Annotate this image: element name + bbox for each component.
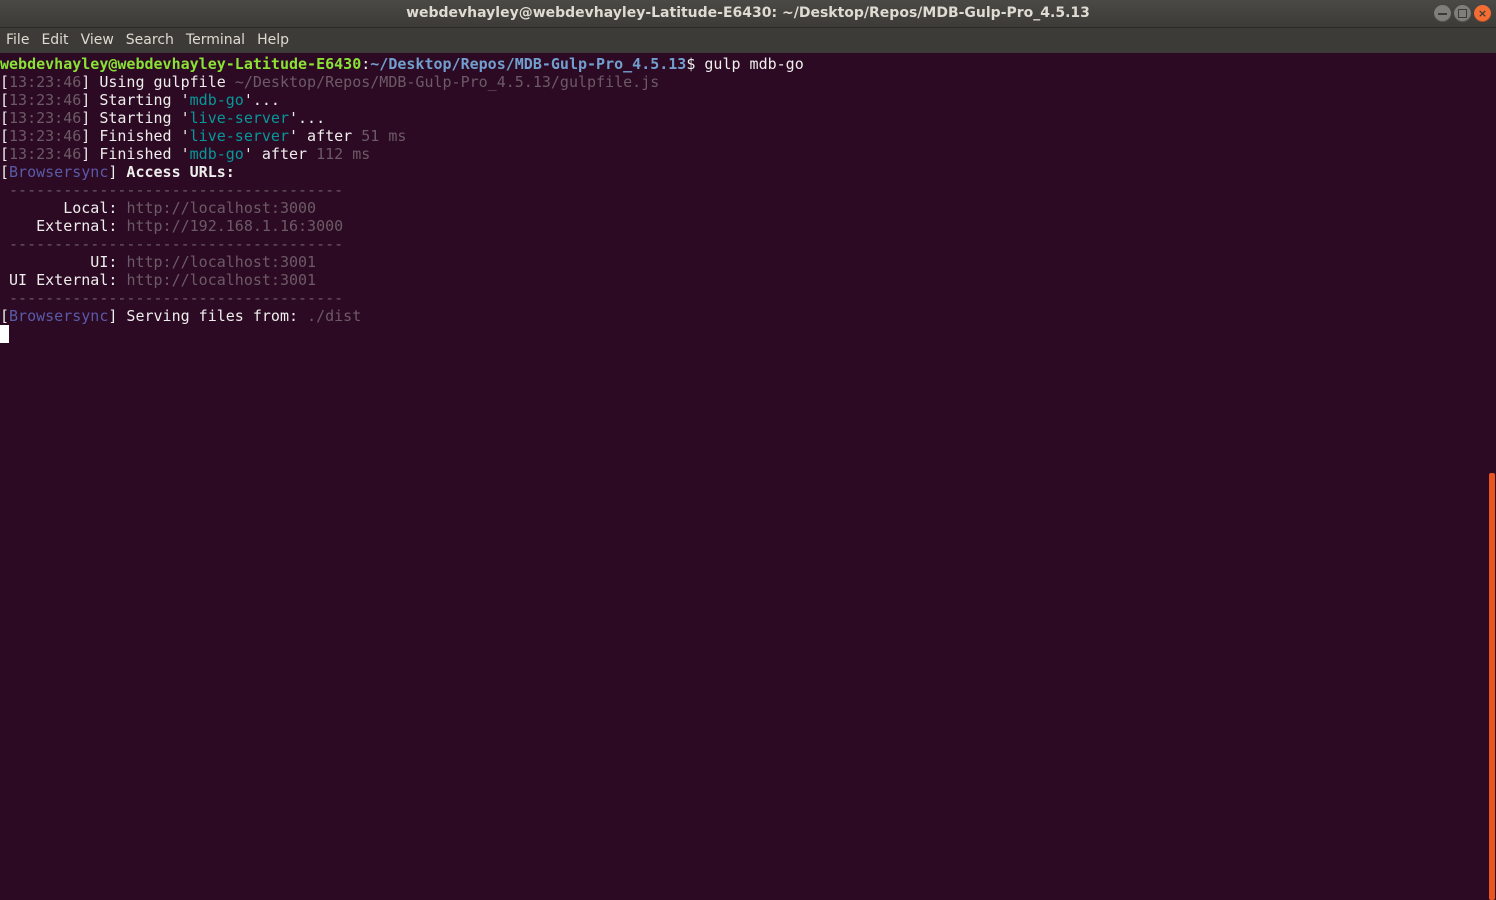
url-label: Local: — [0, 199, 127, 217]
cursor-line — [0, 325, 1488, 343]
log-line: [13:23:46] Finished 'mdb-go' after 112 m… — [0, 145, 1488, 163]
log-timestamp: 13:23:46 — [9, 109, 82, 127]
prompt-user-host: webdevhayley@webdevhayley-Latitude-E6430 — [0, 55, 362, 73]
log-text: Finished ' — [90, 127, 190, 145]
url-value[interactable]: http://localhost:3000 — [126, 199, 316, 217]
log-line: [13:23:46] Finished 'live-server' after … — [0, 127, 1488, 145]
url-value[interactable]: http://localhost:3001 — [126, 271, 316, 289]
log-text: Using gulpfile — [90, 73, 235, 91]
menu-bar: File Edit View Search Terminal Help — [0, 28, 1496, 53]
log-timestamp: 13:23:46 — [9, 145, 82, 163]
bracket-open: [ — [0, 91, 10, 109]
url-line: Local: http://localhost:3000 — [0, 199, 1488, 217]
serving-text: Serving files from: — [117, 307, 308, 325]
prompt-command: gulp mdb-go — [695, 55, 804, 73]
terminal-window: webdevhayley@webdevhayley-Latitude-E6430… — [0, 0, 1496, 900]
bracket-close: ] — [81, 127, 91, 145]
prompt-path: ~/Desktop/Repos/MDB-Gulp-Pro_4.5.13 — [370, 55, 687, 73]
log-text-post: '... — [289, 109, 326, 127]
menu-terminal[interactable]: Terminal — [180, 28, 251, 53]
url-value[interactable]: http://192.168.1.16:3000 — [126, 217, 343, 235]
prompt-colon: : — [361, 55, 371, 73]
log-text: Finished ' — [90, 145, 190, 163]
url-line: UI: http://localhost:3001 — [0, 253, 1488, 271]
text-cursor — [0, 325, 9, 343]
log-task-name: mdb-go — [189, 145, 244, 163]
browsersync-tag: Browsersync — [9, 163, 109, 181]
log-line: [13:23:46] Using gulpfile ~/Desktop/Repo… — [0, 73, 1488, 91]
url-value[interactable]: http://localhost:3001 — [126, 253, 316, 271]
bracket-open: [ — [0, 307, 10, 325]
url-label: UI: — [0, 253, 127, 271]
separator-line: ------------------------------------- — [0, 181, 344, 199]
log-task-name: live-server — [189, 127, 289, 145]
serving-dir: ./dist — [307, 307, 362, 325]
log-timestamp: 13:23:46 — [9, 127, 82, 145]
menu-file[interactable]: File — [0, 28, 35, 53]
scrollbar-thumb[interactable] — [1489, 473, 1495, 900]
log-text-post: ' after — [243, 145, 317, 163]
close-button[interactable]: × — [1474, 5, 1491, 22]
window-title: webdevhayley@webdevhayley-Latitude-E6430… — [406, 5, 1090, 21]
log-text-post: ' after — [289, 127, 362, 145]
access-urls-heading: Access URLs: — [117, 163, 235, 181]
log-line: [13:23:46] Starting 'live-server'... — [0, 109, 1488, 127]
maximize-icon — [1458, 9, 1467, 18]
log-text: Starting ' — [90, 109, 190, 127]
title-bar[interactable]: webdevhayley@webdevhayley-Latitude-E6430… — [0, 0, 1496, 28]
log-timestamp: 13:23:46 — [9, 91, 82, 109]
serving-line: [Browsersync] Serving files from: ./dist — [0, 307, 1488, 325]
window-controls: × — [1434, 5, 1491, 22]
separator-line: ------------------------------------- — [0, 289, 344, 307]
bracket-close: ] — [81, 73, 91, 91]
bracket-open: [ — [0, 109, 10, 127]
maximize-button[interactable] — [1454, 5, 1471, 22]
log-task-name: live-server — [189, 109, 289, 127]
menu-help[interactable]: Help — [251, 28, 295, 53]
bracket-close: ] — [81, 109, 91, 127]
log-duration: 51 ms — [361, 127, 407, 145]
log-text-post: '... — [243, 91, 280, 109]
log-duration: 112 ms — [316, 145, 371, 163]
log-line: [13:23:46] Starting 'mdb-go'... — [0, 91, 1488, 109]
url-label: External: — [0, 217, 127, 235]
bracket-open: [ — [0, 73, 10, 91]
bracket-open: [ — [0, 163, 10, 181]
minimize-button[interactable] — [1434, 5, 1451, 22]
separator-line: ------------------------------------- — [0, 235, 344, 253]
bracket-open: [ — [0, 145, 10, 163]
menu-view[interactable]: View — [75, 28, 120, 53]
url-line: UI External: http://localhost:3001 — [0, 271, 1488, 289]
bracket-close: ] — [81, 91, 91, 109]
url-line: External: http://192.168.1.16:3000 — [0, 217, 1488, 235]
browsersync-line: [Browsersync] Access URLs: — [0, 163, 1488, 181]
minimize-icon — [1438, 13, 1447, 15]
menu-search[interactable]: Search — [120, 28, 180, 53]
bracket-close: ] — [81, 145, 91, 163]
close-icon: × — [1477, 7, 1488, 20]
log-text: Starting ' — [90, 91, 190, 109]
log-gulpfile-path: ~/Desktop/Repos/MDB-Gulp-Pro_4.5.13/gulp… — [234, 73, 660, 91]
log-timestamp: 13:23:46 — [9, 73, 82, 91]
terminal-output[interactable]: webdevhayley@webdevhayley-Latitude-E6430… — [0, 53, 1488, 900]
log-task-name: mdb-go — [189, 91, 244, 109]
scrollbar[interactable] — [1488, 53, 1496, 900]
menu-edit[interactable]: Edit — [35, 28, 74, 53]
bracket-open: [ — [0, 127, 10, 145]
url-label: UI External: — [0, 271, 127, 289]
browsersync-tag: Browsersync — [9, 307, 109, 325]
prompt-line: webdevhayley@webdevhayley-Latitude-E6430… — [0, 55, 1488, 73]
